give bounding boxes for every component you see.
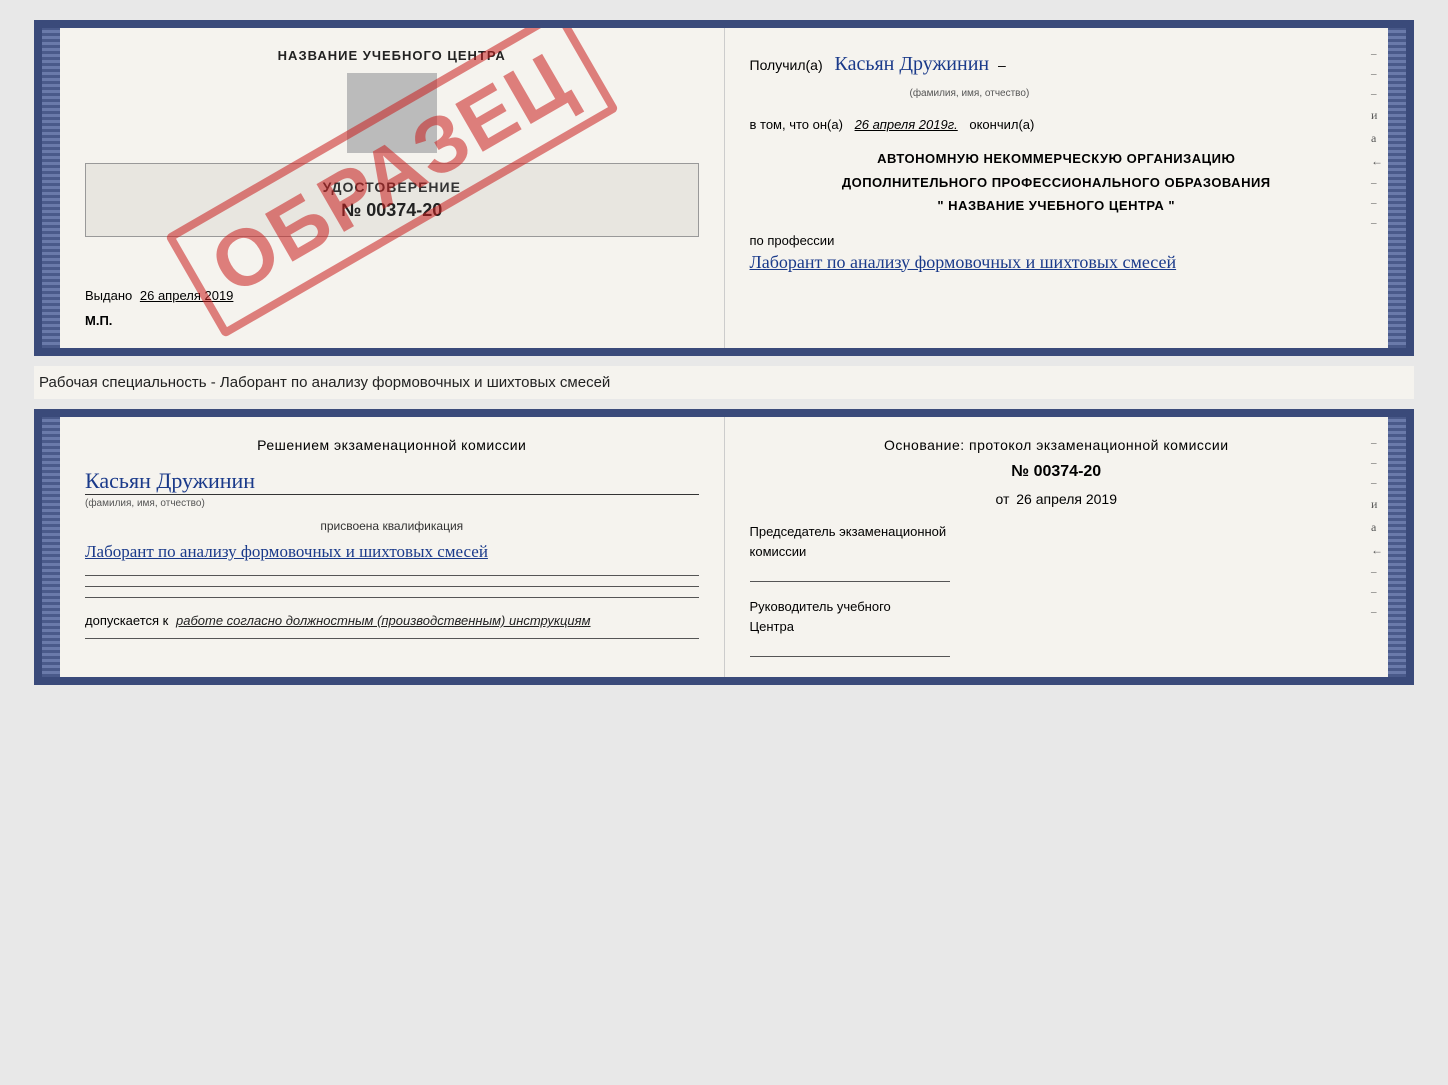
osnov-title: Основание: протокол экзаменационной коми… — [750, 437, 1364, 453]
cert-number: № 00374-20 — [101, 200, 683, 221]
bottom-name: Касьян Дружинин — [85, 468, 255, 493]
spine-left-bottom — [42, 417, 60, 677]
chairman-label: Председатель экзаменационнойкомиссии — [750, 522, 1364, 561]
received-prefix: Получил(а) — [750, 57, 823, 73]
middle-text: Рабочая специальность - Лаборант по анал… — [34, 366, 1414, 399]
photo-placeholder — [347, 73, 437, 153]
qualification-text: Лаборант по анализу формовочных и шихтов… — [85, 538, 699, 565]
finished-label: окончил(а) — [969, 117, 1034, 132]
top-left-panel: НАЗВАНИЕ УЧЕБНОГО ЦЕНТРА УДОСТОВЕРЕНИЕ №… — [60, 28, 725, 348]
cert-title: УДОСТОВЕРЕНИЕ — [101, 179, 683, 195]
stamp-container: УДОСТОВЕРЕНИЕ № 00374-20 ОБРАЗЕЦ — [85, 73, 699, 273]
chairman-sig-line — [750, 581, 950, 582]
bottom-name-label: (фамилия, имя, отчество) — [85, 498, 699, 509]
from-date-value: 26 апреля 2019 — [1016, 491, 1117, 507]
h-line-1 — [85, 575, 699, 576]
from-date: от 26 апреля 2019 — [750, 491, 1364, 507]
name-label: (фамилия, имя, отчество) — [910, 88, 1030, 99]
org-line2: ДОПОЛНИТЕЛЬНОГО ПРОФЕССИОНАЛЬНОГО ОБРАЗО… — [750, 171, 1364, 194]
top-document: НАЗВАНИЕ УЧЕБНОГО ЦЕНТРА УДОСТОВЕРЕНИЕ №… — [34, 20, 1414, 356]
received-name: Касьян Дружинин — [835, 53, 990, 75]
top-right-panel: Получил(а) Касьян Дружинин – (фамилия, и… — [725, 28, 1389, 348]
mp-label: М.П. — [85, 313, 699, 328]
name-underline — [85, 494, 699, 495]
protocol-number: № 00374-20 — [750, 463, 1364, 481]
admission-text: работе согласно должностным (производств… — [176, 613, 591, 628]
issued-label: Выдано — [85, 288, 132, 303]
cert-box: УДОСТОВЕРЕНИЕ № 00374-20 — [85, 163, 699, 237]
org-line1: АВТОНОМНУЮ НЕКОММЕРЧЕСКУЮ ОРГАНИЗАЦИЮ — [750, 147, 1364, 170]
side-dashes-top: – – – и а ← – – – — [1371, 48, 1383, 229]
school-name-title: НАЗВАНИЕ УЧЕБНОГО ЦЕНТРА — [85, 48, 699, 63]
profession-text: Лаборант по анализу формовочных и шихтов… — [750, 248, 1364, 277]
bottom-right-panel: Основание: протокол экзаменационной коми… — [725, 417, 1389, 677]
date-value: 26 апреля 2019г. — [855, 117, 958, 132]
bottom-document: Решением экзаменационной комиссии Касьян… — [34, 409, 1414, 685]
head-sig-line — [750, 656, 950, 657]
from-prefix: от — [995, 491, 1009, 507]
issued-date: 26 апреля 2019 — [140, 288, 234, 303]
spine-right-top — [1388, 28, 1406, 348]
qualification-label: присвоена квалификация — [85, 519, 699, 533]
spine-left — [42, 28, 60, 348]
spine-right-bottom — [1388, 417, 1406, 677]
bottom-left-panel: Решением экзаменационной комиссии Касьян… — [60, 417, 725, 677]
profession-block: по профессии Лаборант по анализу формово… — [750, 233, 1364, 277]
issued-line: Выдано 26 апреля 2019 — [85, 288, 699, 303]
bottom-name-block: Касьян Дружинин (фамилия, имя, отчество) — [85, 468, 699, 509]
date-prefix: в том, что он(а) — [750, 117, 843, 132]
side-dashes-bottom: – – – и а ← – – – — [1371, 437, 1383, 618]
date-line: в том, что он(а) 26 апреля 2019г. окончи… — [750, 117, 1364, 132]
h-line-3 — [85, 597, 699, 598]
admission-block: допускается к работе согласно должностны… — [85, 613, 699, 628]
admission-prefix: допускается к — [85, 613, 168, 628]
h-line-2 — [85, 586, 699, 587]
dash-separator: – — [998, 57, 1006, 73]
org-block: АВТОНОМНУЮ НЕКОММЕРЧЕСКУЮ ОРГАНИЗАЦИЮ ДО… — [750, 147, 1364, 217]
head-label: Руководитель учебногоЦентра — [750, 597, 1364, 636]
org-line3: " НАЗВАНИЕ УЧЕБНОГО ЦЕНТРА " — [750, 194, 1364, 217]
h-line-4 — [85, 638, 699, 639]
received-line: Получил(а) Касьян Дружинин – (фамилия, и… — [750, 48, 1364, 102]
profession-label: по профессии — [750, 233, 1364, 248]
komissia-title: Решением экзаменационной комиссии — [85, 437, 699, 453]
